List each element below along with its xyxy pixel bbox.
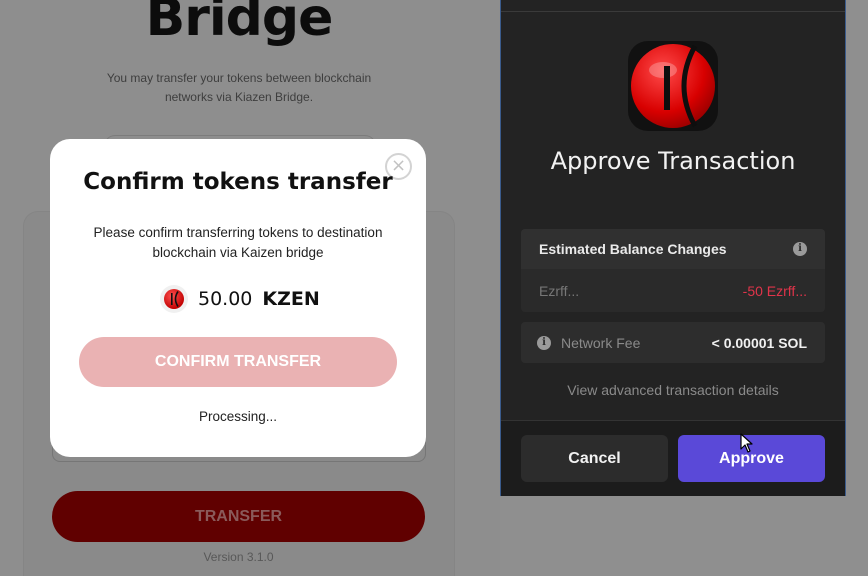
- wallet-header-divider: [501, 11, 845, 12]
- balance-token-name: Ezrff...: [539, 283, 580, 299]
- kaizen-logo-icon: [628, 41, 718, 131]
- balance-delta: -50 Ezrff...: [742, 283, 807, 299]
- kaizen-logo-icon: [160, 285, 188, 313]
- cancel-button[interactable]: Cancel: [521, 435, 668, 482]
- modal-title: Confirm tokens transfer: [83, 169, 393, 195]
- amount-value: 50.00: [198, 288, 253, 310]
- info-icon[interactable]: i: [793, 242, 807, 256]
- transfer-button: TRANSFER: [52, 491, 425, 542]
- network-fee-value: < 0.00001 SOL: [711, 335, 807, 351]
- confirm-transfer-button[interactable]: CONFIRM TRANSFER: [79, 337, 397, 387]
- token-symbol: KZEN: [262, 288, 320, 310]
- balance-changes-label: Estimated Balance Changes: [539, 241, 727, 257]
- wallet-footer: Cancel Approve: [501, 420, 845, 496]
- info-icon[interactable]: i: [537, 336, 551, 350]
- page-subtitle: You may transfer your tokens between blo…: [106, 71, 372, 104]
- network-fee-label: Network Fee: [561, 335, 641, 351]
- wallet-title: Approve Transaction: [550, 147, 796, 175]
- processing-status: Processing...: [198, 409, 278, 424]
- page-title: Bridge: [145, 0, 334, 48]
- wallet-approval-popup: Approve Transaction Estimated Balance Ch…: [500, 0, 846, 496]
- balance-changes-card: Estimated Balance Changes i Ezrff... -50…: [521, 229, 825, 312]
- version-label: Version 3.1.0: [203, 550, 274, 564]
- advanced-details-link[interactable]: View advanced transaction details: [501, 382, 845, 398]
- modal-description: Please confirm transferring tokens to de…: [93, 225, 383, 260]
- confirm-transfer-modal: × Confirm tokens transfer Please confirm…: [50, 139, 426, 457]
- mouse-cursor-icon: [740, 433, 753, 453]
- desktop-background-strip: [846, 0, 868, 576]
- network-fee-row: i Network Fee < 0.00001 SOL: [521, 322, 825, 363]
- balance-changes-header: Estimated Balance Changes i: [521, 229, 825, 269]
- transfer-amount: 50.00 KZEN: [160, 285, 320, 313]
